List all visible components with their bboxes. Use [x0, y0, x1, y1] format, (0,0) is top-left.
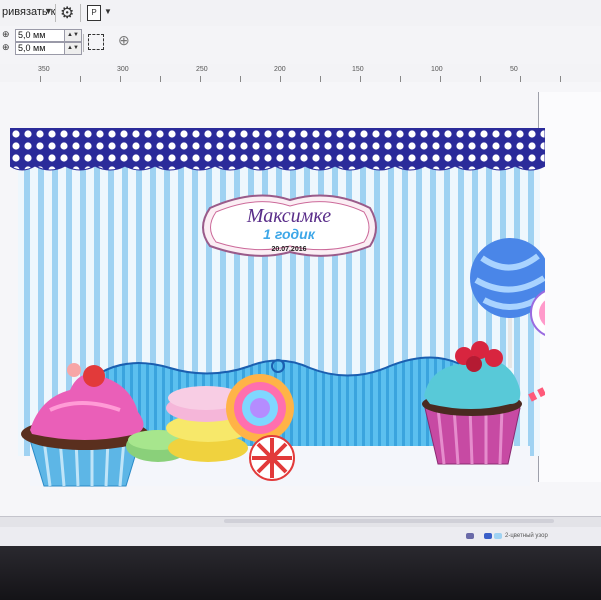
ruler-label: 150 [352, 66, 364, 73]
polka-dot-header [10, 128, 545, 171]
gear-icon[interactable]: ⚙ [60, 3, 74, 23]
toolbar-divider [83, 34, 84, 52]
duplicate-distance-y-spinner[interactable]: ▲▼ [64, 42, 82, 55]
age-text: 1 годик [263, 226, 316, 242]
page-icon[interactable]: P [87, 5, 101, 21]
duplicate-distance-x-field[interactable]: 5,0 мм [15, 29, 67, 42]
date-text: 20.07.2016 [271, 246, 306, 253]
ruler-label: 100 [431, 66, 443, 73]
page-margin-area [539, 92, 601, 482]
fill-status-text: 2-цветный узор [505, 533, 548, 539]
name-text: Максимке [246, 205, 331, 227]
screen: ривязать к ▼ ⚙ P ▼ ⊕ 5,0 мм ▲▼ ⊕ 5,0 мм … [0, 0, 601, 560]
pattern-fill-icon [494, 533, 502, 539]
fill-swatch-icon [466, 533, 474, 539]
ruler-label: 50 [510, 66, 518, 73]
toolbar-divider [80, 4, 81, 22]
duplicate-distance-x-icon: ⊕ [2, 29, 10, 39]
snap-toolbar: ривязать к ▼ ⚙ P ▼ [0, 0, 601, 27]
ruler-label: 350 [38, 66, 50, 73]
duplicate-distance-y-field[interactable]: 5,0 мм [15, 42, 67, 55]
crosshair-plus-icon[interactable]: ⊕ [118, 32, 130, 49]
monitor-bezel [0, 546, 601, 600]
duplicate-distance-y-icon: ⊕ [2, 42, 10, 52]
scrollbar-thumb[interactable] [224, 519, 554, 523]
chevron-down-icon[interactable]: ▼ [44, 6, 53, 16]
pattern-fill-icon [484, 533, 492, 539]
horizontal-ruler[interactable]: 350 300 250 200 150 100 50 [0, 64, 601, 83]
duplicate-distance-x-spinner[interactable]: ▲▼ [64, 29, 82, 42]
chevron-down-icon[interactable]: ▼ [104, 7, 112, 16]
bounding-frame-icon[interactable] [88, 34, 104, 50]
ruler-label: 300 [117, 66, 129, 73]
ruler-label: 200 [274, 66, 286, 73]
toolbar-divider [55, 4, 56, 22]
birthday-banner-artwork[interactable]: Максимке 1 годик 20.07.2016 [10, 128, 545, 493]
ruler-label: 250 [196, 66, 208, 73]
